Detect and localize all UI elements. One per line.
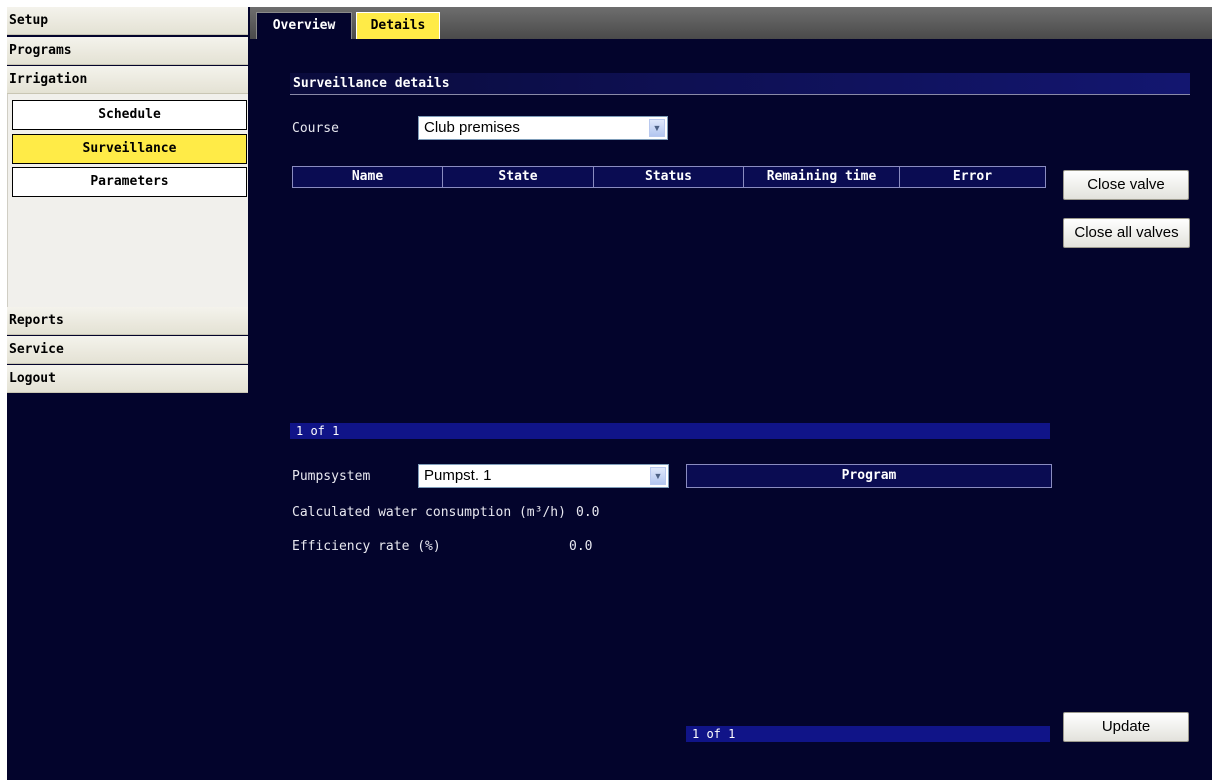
close-all-valves-button[interactable]: Close all valves <box>1063 218 1190 248</box>
chevron-down-icon[interactable]: ▼ <box>650 467 666 485</box>
section-title: Surveillance details <box>290 73 1190 95</box>
efficiency-rate-value: 0.0 <box>569 539 593 554</box>
column-state[interactable]: State <box>443 167 594 187</box>
valves-table-header: Name State Status Remaining time Error <box>292 166 1046 188</box>
chevron-down-icon[interactable]: ▼ <box>649 119 665 137</box>
program-column-header[interactable]: Program <box>686 464 1052 488</box>
close-valve-button[interactable]: Close valve <box>1063 170 1189 200</box>
valves-pager: 1 of 1 <box>290 423 1050 439</box>
pumpsystem-label: Pumpsystem <box>292 469 371 484</box>
pumpsystem-select[interactable]: Pumpst. 1 ▼ <box>418 464 669 488</box>
submenu-parameters[interactable]: Parameters <box>12 167 247 197</box>
menu-irrigation[interactable]: Irrigation <box>7 66 248 94</box>
column-name[interactable]: Name <box>293 167 443 187</box>
menu-setup[interactable]: Setup <box>7 7 248 35</box>
water-consumption-label: Calculated water consumption (m³/h) <box>292 505 566 520</box>
program-pager: 1 of 1 <box>686 726 1050 742</box>
menu-logout[interactable]: Logout <box>7 365 248 393</box>
tab-details[interactable]: Details <box>356 12 440 39</box>
column-error[interactable]: Error <box>900 167 1045 187</box>
course-select[interactable]: Club premises ▼ <box>418 116 668 140</box>
water-consumption-value: 0.0 <box>576 505 600 520</box>
course-select-value: Club premises <box>424 119 520 136</box>
tab-bar: Overview Details <box>250 7 1212 39</box>
course-label: Course <box>292 121 339 136</box>
column-status[interactable]: Status <box>594 167 744 187</box>
submenu-schedule[interactable]: Schedule <box>12 100 247 130</box>
efficiency-rate-label: Efficiency rate (%) <box>292 539 441 554</box>
menu-reports[interactable]: Reports <box>7 307 248 335</box>
menu-programs[interactable]: Programs <box>7 37 248 65</box>
pumpsystem-select-value: Pumpst. 1 <box>424 467 492 484</box>
app-frame: Setup Programs Irrigation Schedule Surve… <box>7 7 1212 780</box>
menu-service[interactable]: Service <box>7 336 248 364</box>
tab-overview[interactable]: Overview <box>256 12 352 39</box>
submenu-surveillance[interactable]: Surveillance <box>12 134 247 164</box>
column-remaining-time[interactable]: Remaining time <box>744 167 900 187</box>
update-button[interactable]: Update <box>1063 712 1189 742</box>
irrigation-submenu: Schedule Surveillance Parameters <box>7 94 248 310</box>
